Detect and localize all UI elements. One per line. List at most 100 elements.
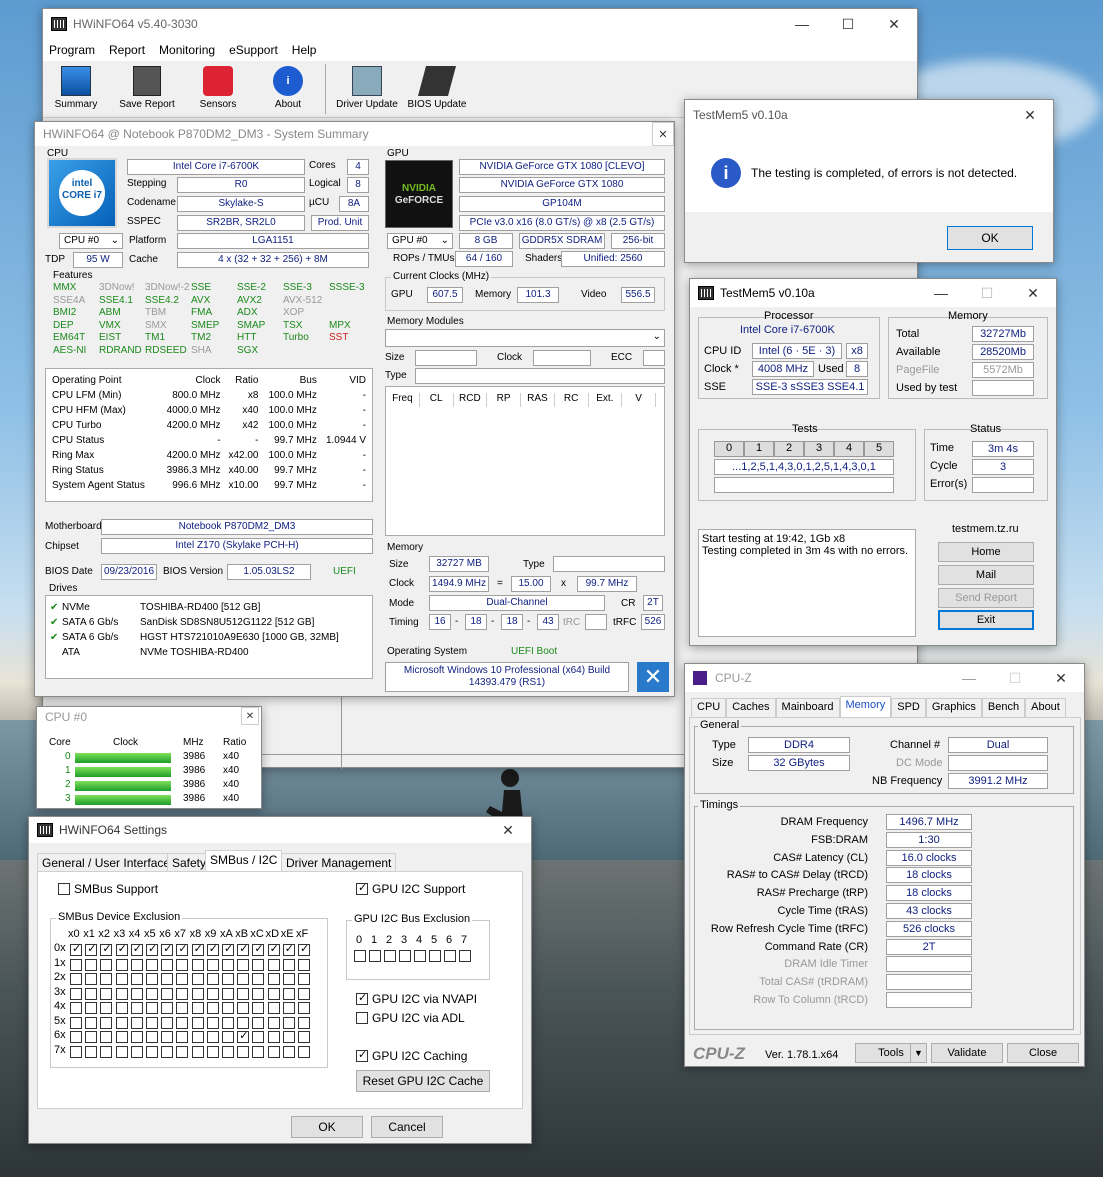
smbus-exclusion-checkbox[interactable] bbox=[70, 987, 82, 1000]
smbus-exclusion-checkbox[interactable] bbox=[267, 1002, 280, 1014]
bus-exclusion-checkbox[interactable] bbox=[429, 950, 441, 962]
smbus-exclusion-checkbox[interactable] bbox=[282, 1016, 295, 1029]
mail-button[interactable]: Mail bbox=[938, 565, 1034, 585]
smbus-exclusion-checkbox[interactable] bbox=[115, 987, 128, 1000]
smbus-exclusion-checkbox[interactable] bbox=[222, 1002, 234, 1014]
maximize-button[interactable]: ☐ bbox=[992, 664, 1038, 692]
smbus-exclusion-checkbox[interactable] bbox=[191, 987, 204, 1000]
smbus-exclusion-checkbox[interactable] bbox=[115, 1016, 128, 1029]
smbus-exclusion-checkbox[interactable] bbox=[130, 1016, 143, 1029]
smbus-exclusion-checkbox[interactable] bbox=[222, 942, 234, 956]
smbus-exclusion-checkbox[interactable] bbox=[206, 973, 219, 985]
smbus-exclusion-checkbox[interactable] bbox=[115, 942, 128, 956]
gpu-select-dropdown[interactable]: GPU #0 ⌄ bbox=[387, 233, 453, 249]
smbus-exclusion-checkbox[interactable] bbox=[298, 973, 310, 985]
smbus-exclusion-checkbox[interactable] bbox=[85, 1002, 98, 1014]
smbus-exclusion-checkbox[interactable] bbox=[161, 958, 174, 971]
smbus-exclusion-checkbox[interactable] bbox=[130, 1002, 143, 1014]
nvapi-checkbox[interactable]: GPU I2C via NVAPI bbox=[356, 991, 477, 1006]
maximize-button[interactable]: ☐ bbox=[964, 279, 1010, 307]
close-button[interactable]: ✕ bbox=[1010, 279, 1056, 307]
smbus-exclusion-checkbox[interactable] bbox=[85, 987, 98, 1000]
tab-general[interactable]: General / User Interface bbox=[37, 853, 176, 872]
smbus-exclusion-checkbox[interactable] bbox=[222, 958, 234, 971]
minimize-button[interactable]: — bbox=[946, 664, 992, 692]
tab-memory[interactable]: Memory bbox=[839, 696, 892, 718]
smbus-exclusion-checkbox[interactable] bbox=[206, 1016, 219, 1029]
smbus-exclusion-checkbox[interactable] bbox=[146, 1031, 158, 1043]
smbus-exclusion-checkbox[interactable] bbox=[298, 958, 310, 971]
smbus-exclusion-checkbox[interactable] bbox=[267, 1016, 280, 1029]
tab-about[interactable]: About bbox=[1025, 698, 1066, 718]
smbus-exclusion-checkbox[interactable] bbox=[191, 958, 204, 971]
smbus-exclusion-checkbox[interactable] bbox=[282, 1002, 295, 1014]
smbus-exclusion-checkbox[interactable] bbox=[222, 1045, 234, 1058]
ok-button[interactable]: OK bbox=[291, 1116, 363, 1138]
smbus-exclusion-checkbox[interactable] bbox=[237, 942, 250, 956]
exit-button[interactable]: Exit bbox=[938, 610, 1034, 630]
smbus-exclusion-checkbox[interactable] bbox=[237, 1016, 250, 1029]
smbus-exclusion-checkbox[interactable] bbox=[206, 1045, 219, 1058]
drive-row[interactable]: ✔ SATA 6 Gb/s HGST HTS721010A9E630 [1000 G… bbox=[50, 630, 339, 644]
summary-close-button[interactable]: ✕ bbox=[652, 122, 674, 146]
menu-program[interactable]: Program bbox=[49, 43, 95, 57]
smbus-exclusion-checkbox[interactable] bbox=[222, 987, 234, 1000]
tab-caches[interactable]: Caches bbox=[726, 698, 776, 718]
bus-exclusion-checkbox[interactable] bbox=[399, 950, 411, 962]
smbus-exclusion-checkbox[interactable] bbox=[298, 987, 310, 1000]
smbus-exclusion-checkbox[interactable] bbox=[70, 958, 82, 971]
smbus-exclusion-checkbox[interactable] bbox=[237, 973, 250, 985]
smbus-exclusion-checkbox[interactable] bbox=[267, 958, 280, 971]
minimize-button[interactable]: — bbox=[779, 9, 825, 39]
smbus-exclusion-checkbox[interactable] bbox=[146, 1002, 158, 1014]
summary-button[interactable]: Summary bbox=[51, 66, 101, 110]
smbus-exclusion-checkbox[interactable] bbox=[100, 1002, 113, 1014]
dialog-ok-button[interactable]: OK bbox=[947, 226, 1033, 250]
smbus-exclusion-checkbox[interactable] bbox=[146, 987, 158, 1000]
drive-row[interactable]: ✔ NVMe TOSHIBA-RD400 [512 GB] bbox=[50, 600, 260, 614]
smbus-exclusion-checkbox[interactable] bbox=[298, 1031, 310, 1043]
smbus-exclusion-checkbox[interactable] bbox=[267, 973, 280, 985]
smbus-exclusion-checkbox[interactable] bbox=[100, 1016, 113, 1029]
smbus-exclusion-checkbox[interactable] bbox=[222, 973, 234, 985]
smbus-exclusion-checkbox[interactable] bbox=[176, 1002, 189, 1014]
smbus-exclusion-checkbox[interactable] bbox=[85, 1031, 98, 1043]
smbus-exclusion-checkbox[interactable] bbox=[252, 987, 265, 1000]
smbus-exclusion-checkbox[interactable] bbox=[115, 958, 128, 971]
smbus-exclusion-checkbox[interactable] bbox=[206, 1031, 219, 1043]
tools-button[interactable]: Tools ▼ bbox=[855, 1043, 927, 1063]
smbus-exclusion-checkbox[interactable] bbox=[115, 1045, 128, 1058]
smbus-exclusion-checkbox[interactable] bbox=[222, 1016, 234, 1029]
smbus-exclusion-checkbox[interactable] bbox=[85, 1045, 98, 1058]
smbus-exclusion-checkbox[interactable] bbox=[237, 1002, 250, 1014]
smbus-exclusion-checkbox[interactable] bbox=[267, 1031, 280, 1043]
smbus-exclusion-checkbox[interactable] bbox=[85, 973, 98, 985]
bus-exclusion-checkbox[interactable] bbox=[444, 950, 456, 962]
cpu0-close-button[interactable]: ✕ bbox=[241, 707, 259, 725]
smbus-exclusion-checkbox[interactable] bbox=[176, 958, 189, 971]
smbus-exclusion-checkbox[interactable] bbox=[191, 942, 204, 956]
smbus-exclusion-checkbox[interactable] bbox=[70, 1002, 82, 1014]
smbus-exclusion-checkbox[interactable] bbox=[85, 1016, 98, 1029]
smbus-exclusion-checkbox[interactable] bbox=[176, 987, 189, 1000]
smbus-exclusion-checkbox[interactable] bbox=[70, 1016, 82, 1029]
smbus-exclusion-checkbox[interactable] bbox=[70, 1045, 82, 1058]
smbus-exclusion-checkbox[interactable] bbox=[130, 987, 143, 1000]
about-button[interactable]: i About bbox=[263, 66, 313, 110]
smbus-exclusion-checkbox[interactable] bbox=[70, 973, 82, 985]
smbus-exclusion-checkbox[interactable] bbox=[267, 1045, 280, 1058]
smbus-exclusion-checkbox[interactable] bbox=[146, 1045, 158, 1058]
smbus-exclusion-checkbox[interactable] bbox=[206, 942, 219, 956]
adl-checkbox[interactable]: GPU I2C via ADL bbox=[356, 1011, 465, 1025]
tab-spd[interactable]: SPD bbox=[891, 698, 926, 718]
smbus-exclusion-checkbox[interactable] bbox=[161, 987, 174, 1000]
smbus-exclusion-checkbox[interactable] bbox=[282, 942, 295, 956]
tab-bench[interactable]: Bench bbox=[981, 698, 1026, 718]
smbus-exclusion-checkbox[interactable] bbox=[191, 1045, 204, 1058]
smbus-exclusion-checkbox[interactable] bbox=[130, 973, 143, 985]
smbus-exclusion-checkbox[interactable] bbox=[252, 1016, 265, 1029]
smbus-exclusion-checkbox[interactable] bbox=[252, 973, 265, 985]
menu-esupport[interactable]: eSupport bbox=[229, 43, 278, 57]
tab-graphics[interactable]: Graphics bbox=[925, 698, 982, 718]
cpuz-close-button[interactable]: Close bbox=[1007, 1043, 1079, 1063]
